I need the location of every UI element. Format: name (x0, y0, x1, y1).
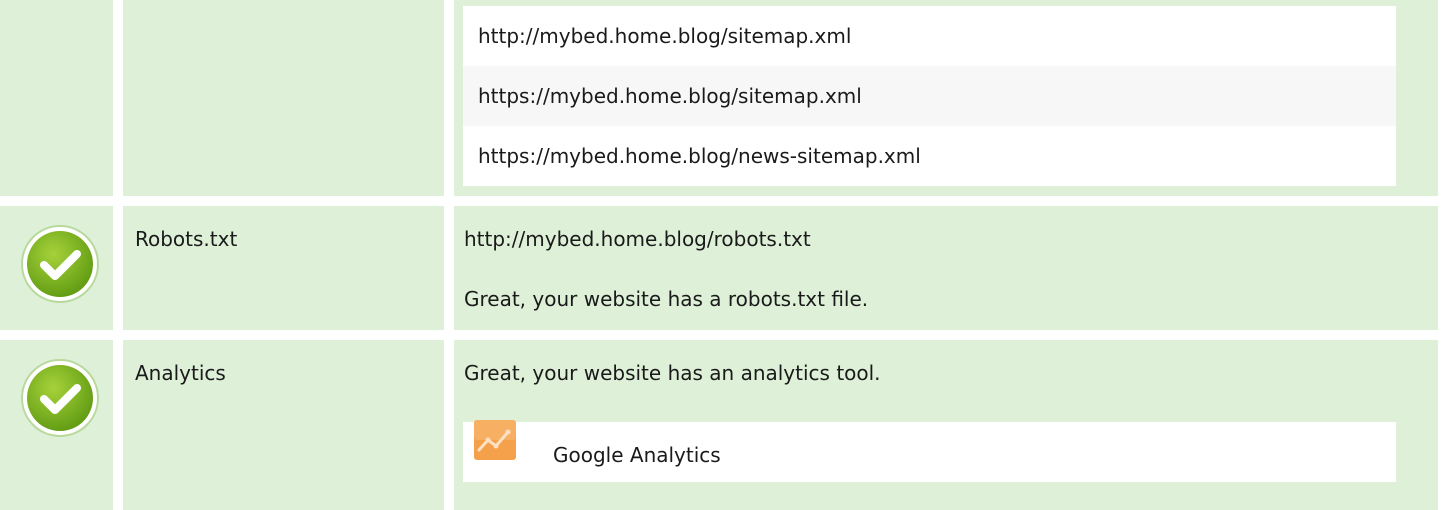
status-cell (0, 340, 113, 510)
seo-results-table: http://mybed.home.blog/sitemap.xml https… (0, 0, 1446, 510)
google-analytics-icon (474, 420, 516, 460)
sitemaps-row: http://mybed.home.blog/sitemap.xml https… (0, 0, 1446, 196)
sitemap-url: https://mybed.home.blog/sitemap.xml (478, 84, 862, 108)
robots-message: Great, your website has a robots.txt fil… (464, 287, 869, 311)
label-cell (123, 0, 444, 196)
sitemap-url-item: https://mybed.home.blog/sitemap.xml (463, 66, 1396, 126)
check-label: Analytics (135, 361, 226, 385)
check-label: Robots.txt (135, 227, 238, 251)
robots-url: http://mybed.home.blog/robots.txt (464, 227, 811, 251)
label-cell: Analytics (123, 340, 444, 510)
check-circle-icon (21, 225, 99, 303)
status-cell (0, 0, 113, 196)
robots-row: Robots.txt http://mybed.home.blog/robots… (0, 206, 1446, 330)
details-cell: Great, your website has an analytics too… (454, 340, 1438, 510)
sitemap-url: https://mybed.home.blog/news-sitemap.xml (478, 144, 921, 168)
label-cell: Robots.txt (123, 206, 444, 330)
sitemap-url-item: https://mybed.home.blog/news-sitemap.xml (463, 126, 1396, 186)
analytics-tool-name: Google Analytics (553, 443, 721, 467)
details-cell: http://mybed.home.blog/robots.txt Great,… (454, 206, 1438, 330)
analytics-tool-item: Google Analytics (463, 420, 1396, 482)
sitemap-url: http://mybed.home.blog/sitemap.xml (478, 24, 852, 48)
analytics-row: Analytics Great, your website has an ana… (0, 340, 1446, 510)
check-circle-icon (21, 359, 99, 437)
sitemap-url-item: http://mybed.home.blog/sitemap.xml (463, 6, 1396, 66)
details-cell: http://mybed.home.blog/sitemap.xml https… (454, 0, 1438, 196)
analytics-message: Great, your website has an analytics too… (464, 361, 881, 385)
status-cell (0, 206, 113, 330)
